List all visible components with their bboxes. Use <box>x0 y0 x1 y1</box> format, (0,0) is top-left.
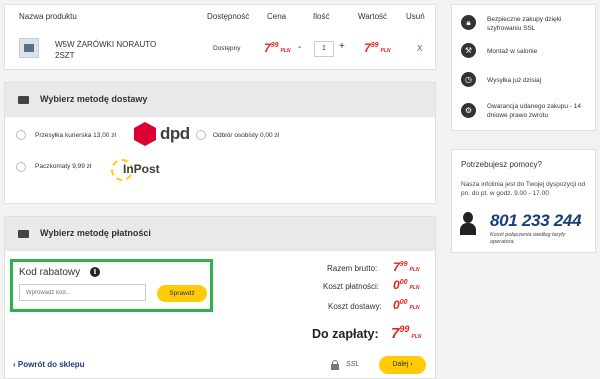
gross-total-label: Razem brutto: <box>327 264 378 273</box>
benefit-text: Bezpieczne zakupy dzięki szyfrowaniu SSL <box>487 16 562 32</box>
help-panel: Potrzebujesz pomocy? Nasza infolinia jes… <box>451 149 596 253</box>
header-product: Nazwa produktu <box>19 12 77 21</box>
table-row: W5W ŻARÓWKI NORAUTO 2SZT Dostępny 799PLN… <box>5 31 435 69</box>
shipping-header: Wybierz metodę dostawy <box>5 83 435 117</box>
support-agent-icon <box>460 210 476 236</box>
amount-due-value: 799PLN <box>391 324 422 342</box>
coupon-title: Kod rabatowy <box>19 267 81 278</box>
quantity-input[interactable]: 1 <box>314 41 334 57</box>
next-button[interactable]: Dalej › <box>379 356 426 374</box>
option-courier-label[interactable]: Przesyłka kurierska 13,00 zł <box>35 132 116 139</box>
inpost-logo: InPost <box>111 157 167 183</box>
info-icon[interactable]: i <box>90 267 100 277</box>
clock-icon: ◷ <box>461 72 476 87</box>
option-parcel-locker-label[interactable]: Paczkomaty 9,99 zł <box>35 163 91 170</box>
benefit-text: Gwarancja udanego zakupu - 14 dniowe pra… <box>487 103 581 119</box>
shipping-section: Wybierz metodę dostawy Przesyłka kuriers… <box>4 82 436 204</box>
check-coupon-button[interactable]: Sprawdź <box>157 285 207 302</box>
header-remove: Usuń <box>406 12 425 21</box>
help-title: Potrzebujesz pomocy? <box>461 160 542 169</box>
payment-section: Wybierz metodę płatności Kod rabatowy i … <box>4 216 436 379</box>
payment-cost-label: Koszt płatności: <box>323 282 380 291</box>
ssl-label: SSL <box>346 361 360 368</box>
product-availability: Dostępny <box>213 45 241 52</box>
radio-pickup[interactable] <box>196 130 206 140</box>
gross-total-value: 799PLN <box>393 260 420 274</box>
wrench-icon: ⚒ <box>461 43 476 58</box>
benefit-text: Wysyłka już dzisiaj <box>487 77 542 84</box>
benefits-panel: 🔒︎ Bezpieczne zakupy dzięki szyfrowaniu … <box>451 4 596 131</box>
dpd-logo: dpd <box>134 122 190 148</box>
inpost-logo-text: InPost <box>123 162 160 176</box>
radio-parcel-locker[interactable] <box>16 162 26 172</box>
coupon-code-input[interactable] <box>19 284 146 301</box>
shipping-title: Wybierz metodę dostawy <box>40 94 148 104</box>
back-to-shop-link[interactable]: ‹ Powrót do sklepu <box>13 360 85 369</box>
header-value: Wartość <box>358 12 388 21</box>
wallet-icon <box>18 230 29 238</box>
dpd-logo-text: dpd <box>160 124 190 143</box>
payment-title: Wybierz metodę płatności <box>40 228 151 238</box>
product-thumbnail[interactable] <box>19 38 39 58</box>
lock-icon <box>331 360 339 370</box>
header-price: Cena <box>267 12 287 21</box>
quantity-decrease-button[interactable]: - <box>298 42 301 53</box>
payment-cost-value: 000PLN <box>393 278 420 292</box>
dpd-cube-icon <box>134 122 156 146</box>
payment-header: Wybierz metodę płatności <box>5 217 435 251</box>
benefit-text: Montaż w salonie <box>487 48 538 55</box>
help-text: Nasza infolinia jest do Twojej dyspozycj… <box>461 181 586 197</box>
remove-item-button[interactable]: X <box>417 44 422 53</box>
truck-icon <box>18 96 29 104</box>
shipping-cost-value: 000PLN <box>393 298 420 312</box>
cart-table: Nazwa produktu Dostępność Cena Ilość War… <box>4 4 436 70</box>
lock-icon: 🔒︎ <box>461 15 476 30</box>
product-name[interactable]: W5W ŻARÓWKI NORAUTO 2SZT <box>55 39 165 61</box>
option-pickup-label[interactable]: Odbiór osobisty 0,00 zł <box>213 132 279 139</box>
header-quantity: Ilość <box>313 12 330 21</box>
hotline-phone-number[interactable]: 801 233 244 <box>490 211 582 231</box>
unit-price: 799PLN <box>264 41 291 55</box>
phone-cost-note: Koszt połączenia według taryfy operatora… <box>490 232 566 245</box>
quantity-increase-button[interactable]: + <box>339 41 345 52</box>
line-total: 799PLN <box>364 41 391 55</box>
radio-courier[interactable] <box>16 130 26 140</box>
amount-due-label: Do zapłaty: <box>312 327 379 341</box>
gear-badge-icon: ⚙ <box>461 103 476 118</box>
coupon-box: Kod rabatowy i Sprawdź <box>10 259 213 312</box>
header-availability: Dostępność <box>207 12 250 21</box>
shipping-cost-label: Koszt dostawy: <box>328 302 382 311</box>
